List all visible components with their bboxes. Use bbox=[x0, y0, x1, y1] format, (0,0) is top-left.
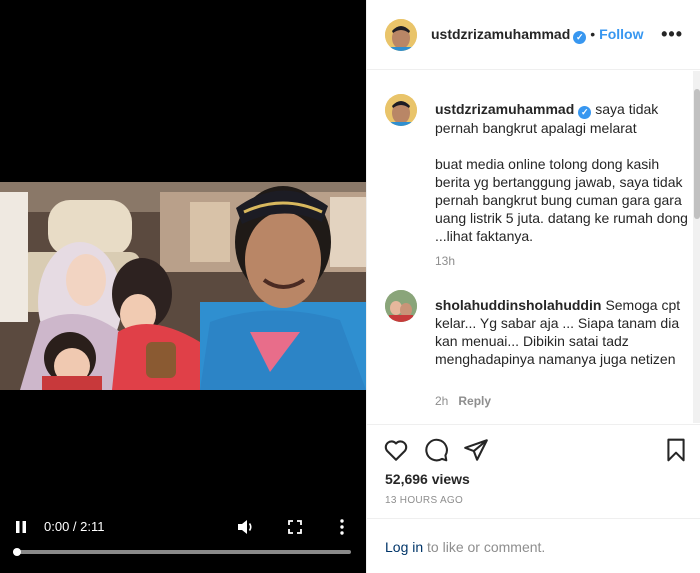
bookmark-icon bbox=[667, 438, 685, 462]
video-player[interactable]: 0:00 / 2:11 bbox=[0, 0, 366, 573]
more-options-button[interactable]: ••• bbox=[661, 24, 683, 45]
commenter-avatar[interactable] bbox=[385, 290, 417, 322]
heart-icon bbox=[384, 440, 408, 461]
post-caption: ustdzrizamuhammad ✓ saya tidak pernah bang… bbox=[385, 94, 688, 274]
video-frame[interactable] bbox=[0, 182, 366, 390]
video-controls: 0:00 / 2:11 bbox=[0, 510, 366, 556]
pause-icon bbox=[16, 521, 26, 533]
paper-plane-icon bbox=[464, 439, 488, 461]
login-link[interactable]: Log in bbox=[385, 539, 423, 555]
login-prompt: Log in to like or comment. bbox=[367, 518, 700, 573]
caption-avatar-image bbox=[385, 94, 417, 126]
video-time: 0:00 / 2:11 bbox=[44, 519, 105, 534]
comments-area[interactable]: ustdzrizamuhammad ✓ saya tidak pernah bang… bbox=[367, 71, 700, 423]
login-prompt-rest: to like or comment. bbox=[423, 539, 546, 555]
comments-scrollbar-thumb[interactable] bbox=[694, 89, 700, 219]
share-button[interactable] bbox=[463, 437, 489, 463]
like-button[interactable] bbox=[383, 437, 409, 463]
comment-bubble-icon bbox=[425, 438, 448, 462]
vertical-dots-icon bbox=[340, 519, 344, 535]
volume-button[interactable] bbox=[236, 518, 256, 536]
login-prompt-text: Log in to like or comment. bbox=[385, 539, 545, 555]
caption-avatar[interactable] bbox=[385, 94, 417, 126]
caption-second-paragraph: buat media online tolong dong kasih beri… bbox=[435, 156, 688, 244]
follow-button[interactable]: Follow bbox=[599, 26, 643, 42]
author-avatar-image bbox=[385, 19, 417, 51]
post-actions: 52,696 views 13 HOURS AGO bbox=[367, 424, 700, 520]
comments-scrollbar[interactable] bbox=[693, 71, 700, 423]
pause-button[interactable] bbox=[12, 518, 30, 536]
comment-button[interactable] bbox=[423, 437, 449, 463]
separator-dot: • bbox=[590, 26, 596, 42]
caption-text: ustdzrizamuhammad ✓ saya tidak pernah bang… bbox=[435, 100, 693, 245]
verified-badge-icon: ✓ bbox=[573, 31, 587, 44]
video-options-button[interactable] bbox=[332, 518, 352, 536]
author-username[interactable]: ustdzrizamuhammad bbox=[431, 26, 570, 42]
comment-meta: 2h Reply bbox=[435, 394, 491, 408]
post-timestamp[interactable]: 13 HOURS AGO bbox=[385, 495, 463, 506]
comment-text: sholahuddinsholahuddin Semoga cpt kelar..… bbox=[435, 296, 693, 368]
fullscreen-icon bbox=[288, 520, 302, 534]
save-button[interactable] bbox=[663, 437, 689, 463]
post-sidebar: ustdzrizamuhammad ✓ • Follow ••• ustdzrizam… bbox=[366, 0, 700, 573]
commenter-username[interactable]: sholahuddinsholahuddin bbox=[435, 297, 601, 313]
video-progress-bar[interactable] bbox=[13, 548, 351, 556]
caption-age: 13h bbox=[435, 254, 456, 268]
post-header: ustdzrizamuhammad ✓ • Follow ••• bbox=[367, 0, 700, 70]
commenter-avatar-image bbox=[385, 290, 417, 322]
volume-icon bbox=[238, 520, 252, 534]
video-still-image bbox=[0, 182, 366, 390]
verified-badge-icon: ✓ bbox=[578, 106, 592, 119]
header-user-line: ustdzrizamuhammad ✓ • Follow bbox=[431, 26, 643, 44]
view-count[interactable]: 52,696 views bbox=[385, 471, 470, 487]
fullscreen-button[interactable] bbox=[285, 518, 305, 536]
video-progress-knob[interactable] bbox=[13, 548, 21, 556]
author-avatar[interactable] bbox=[385, 19, 417, 51]
reply-button[interactable]: Reply bbox=[458, 394, 491, 408]
comment-item: sholahuddinsholahuddin Semoga cpt kelar..… bbox=[385, 290, 685, 420]
caption-username[interactable]: ustdzrizamuhammad bbox=[435, 101, 574, 117]
comment-age: 2h bbox=[435, 394, 449, 408]
